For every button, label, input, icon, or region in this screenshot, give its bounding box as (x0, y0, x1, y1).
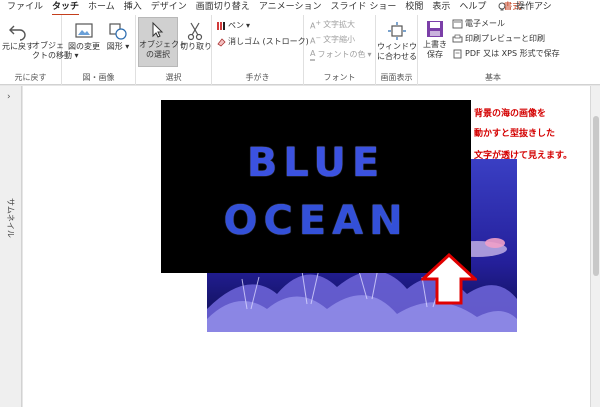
select-objects-button[interactable]: オブジェクト の選択 (138, 17, 187, 67)
pen-button[interactable]: ペン ▾ (216, 20, 250, 31)
fit-to-window-button[interactable]: ウィンドウ に合わせる (377, 21, 417, 62)
group-view: ウィンドウ に合わせる 画面表示 (376, 15, 418, 85)
group-image: 図の変更 図形 ▾ 図・画像 (62, 15, 136, 85)
tab-help[interactable]: ヘルプ (459, 1, 486, 14)
group-label-select: 選択 (165, 73, 182, 82)
shapes-button[interactable]: 図形 ▾ (106, 21, 130, 52)
cursor-arrow-icon (152, 21, 164, 38)
cutout-word-blue: BLUE (246, 140, 386, 186)
tell-me-search[interactable]: 操作アシ (516, 0, 552, 15)
thumbnail-pane-collapsed[interactable]: › サムネイル (0, 86, 22, 407)
up-arrow-icon[interactable] (421, 253, 477, 305)
picture-icon (75, 23, 93, 38)
group-label-image: 図・画像 (82, 73, 115, 82)
tab-home[interactable]: ホーム (88, 1, 115, 14)
grow-font-button[interactable]: A+ 文字拡大 (310, 18, 355, 32)
cut-button[interactable]: 切り取り (180, 21, 212, 52)
pdf-icon (453, 49, 462, 58)
save-disk-icon (427, 21, 443, 37)
group-font: A+ 文字拡大 A− 文字縮小 A フォントの色 ▾ フォント (304, 15, 376, 85)
ribbon: 元に戻す オブジェ クトの移動 ▾ 元に戻す 図の変更 図形 ▾ 図・画像 オブ… (0, 15, 600, 85)
tab-touch[interactable]: タッチ (52, 1, 80, 16)
font-color-icon: A (310, 48, 316, 61)
tab-insert[interactable]: 挿入 (124, 1, 142, 14)
group-label-undo: 元に戻す (14, 73, 47, 82)
save-pdf-button[interactable]: PDF 又は XPS 形式で保存 (452, 48, 560, 59)
tab-animations[interactable]: アニメーション (259, 1, 322, 14)
tab-review[interactable]: 校閲 (405, 1, 423, 14)
tab-view[interactable]: 表示 (432, 1, 450, 14)
eraser-button[interactable]: 消しゴム (ストローク) (216, 36, 309, 47)
cutout-word-ocean: OCEAN (223, 198, 409, 244)
change-picture-button[interactable]: 図の変更 (66, 21, 102, 52)
scrollbar-thumb[interactable] (593, 116, 599, 276)
ribbon-tab-bar: ファイル タッチ ホーム 挿入 デザイン 画面切り替え アニメーション スライド… (0, 0, 600, 16)
email-button[interactable]: 電子メール (452, 18, 505, 29)
email-icon (452, 19, 463, 28)
thumbnail-label: サムネイル (6, 198, 15, 238)
shapes-icon (109, 23, 127, 40)
group-label-font: フォント (323, 73, 356, 82)
lightbulb-icon[interactable] (497, 2, 507, 12)
group-label-ink: 手がき (245, 73, 270, 82)
group-ink: ペン ▾ 消しゴム (ストローク) 手がき (212, 15, 309, 85)
eraser-icon (217, 37, 226, 47)
shrink-font-icon: A− (310, 34, 322, 46)
group-label-view: 画面表示 (380, 73, 413, 82)
fit-window-icon (388, 22, 406, 40)
font-color-button[interactable]: A フォントの色 ▾ (310, 48, 372, 61)
note-line-2: 動かすと型抜きした (474, 129, 556, 139)
tab-transitions[interactable]: 画面切り替え (196, 1, 250, 14)
print-icon (452, 34, 463, 42)
pen-icon (217, 21, 225, 30)
note-line-1: 背景の海の画像を (474, 109, 547, 119)
grow-font-icon: A+ (310, 19, 322, 31)
undo-icon (9, 25, 26, 41)
tab-design[interactable]: デザイン (151, 1, 187, 14)
note-line-3: 文字が透けて見えます。 (474, 151, 573, 161)
tab-slideshow[interactable]: スライド ショー (330, 1, 396, 14)
tab-file[interactable]: ファイル (7, 1, 43, 14)
scissors-icon (187, 22, 203, 41)
print-preview-button[interactable]: 印刷プレビューと印刷 (452, 33, 545, 44)
group-select: オブジェクト の選択 切り取り 選択 (136, 15, 212, 85)
move-object-button[interactable]: オブジェ クトの移動 ▾ (32, 41, 79, 61)
group-basic: 上書き 保存 電子メール 印刷プレビューと印刷 PDF 又は XPS 形式で保存 (418, 15, 568, 85)
undo-button[interactable]: 元に戻す (2, 21, 34, 52)
black-rectangle-with-cutout-text[interactable]: BLUE OCEAN (161, 100, 471, 273)
save-button[interactable]: 上書き 保存 (420, 19, 450, 60)
expand-chevron-icon[interactable]: › (7, 92, 11, 102)
group-label-basic: 基本 (485, 73, 501, 82)
vertical-scrollbar[interactable] (590, 86, 600, 407)
shrink-font-button[interactable]: A− 文字縮小 (310, 33, 355, 47)
group-undo: 元に戻す オブジェ クトの移動 ▾ 元に戻す (0, 15, 79, 85)
